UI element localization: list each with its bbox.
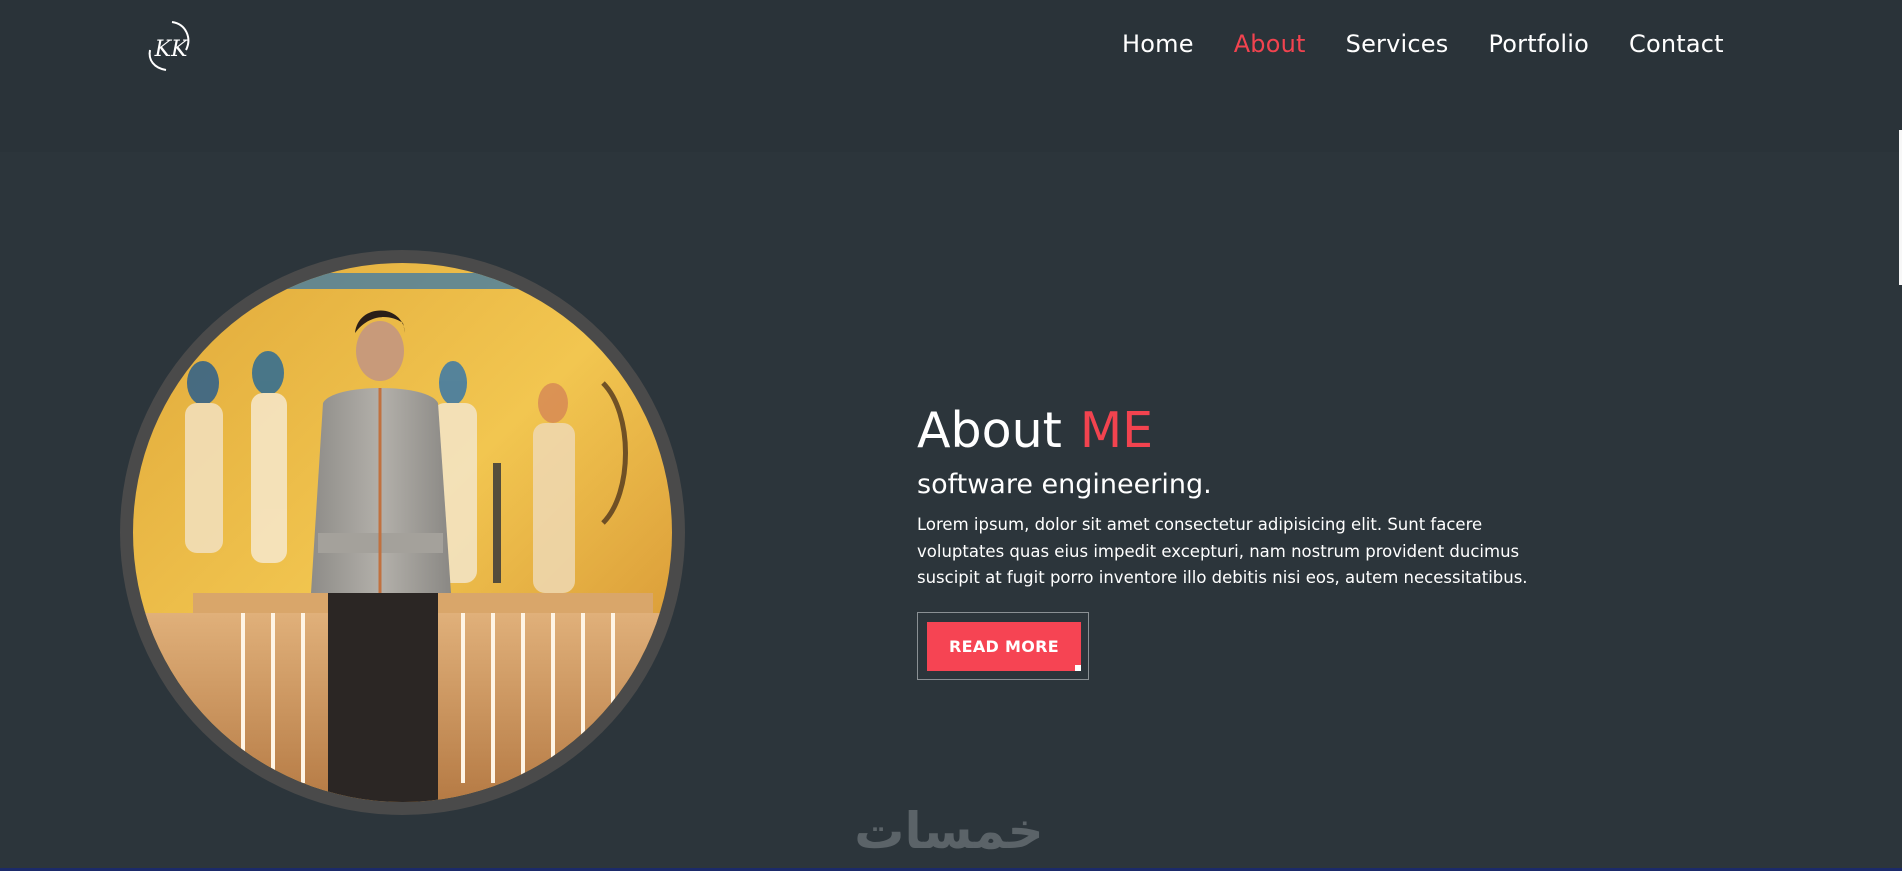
khamsat-watermark: خمسات (833, 800, 1065, 860)
watermark-logo: خمسات (854, 802, 1043, 860)
nav-contact[interactable]: Contact (1629, 26, 1724, 62)
nav-services[interactable]: Services (1346, 26, 1449, 62)
logo-text: KK (154, 37, 189, 62)
about-heading: About ME (917, 400, 1557, 462)
read-more-frame: READ MORE (917, 611, 1089, 680)
about-subtitle: software engineering. (917, 469, 1212, 500)
about-paragraph: Lorem ipsum, dolor sit amet consectetur … (917, 515, 1528, 587)
logo-icon: KK (148, 21, 190, 71)
header: KK Home About Services Portfolio Contact (0, 0, 1902, 152)
watermark-text: خمسات (854, 802, 1043, 858)
button-corner-accent (1075, 664, 1081, 671)
nav-home[interactable]: Home (1122, 26, 1194, 62)
nav-portfolio[interactable]: Portfolio (1488, 26, 1589, 62)
page: KK Home About Services Portfolio Contact (0, 0, 1902, 871)
profile-photo (133, 263, 672, 802)
logo[interactable]: KK (146, 20, 196, 72)
about-section: About ME software engineering. Lorem ipsu… (917, 400, 1557, 680)
about-heading-word: About (917, 402, 1062, 459)
about-heading-accent: ME (1079, 402, 1154, 459)
read-more-button[interactable]: READ MORE (927, 621, 1081, 671)
nav-about[interactable]: About (1234, 26, 1306, 62)
main-nav: Home About Services Portfolio Contact (1122, 26, 1764, 62)
